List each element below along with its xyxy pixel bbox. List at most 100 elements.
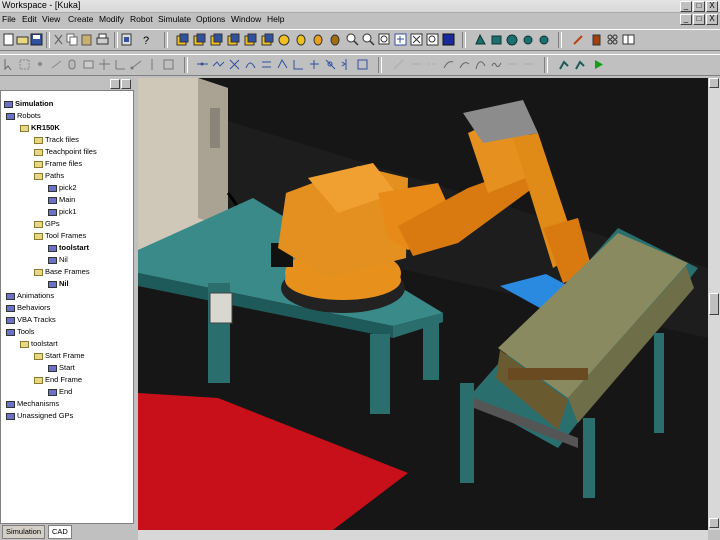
dash-icon[interactable] [426, 58, 439, 71]
panel-close-button[interactable] [121, 79, 131, 89]
menu-modify[interactable]: Modify [99, 14, 124, 24]
tree-item[interactable]: Robots [6, 111, 41, 120]
tree-item[interactable]: KR150K [20, 123, 60, 132]
snap-grid-icon[interactable] [162, 58, 175, 71]
sketch-icon[interactable] [392, 58, 405, 71]
new-file-icon[interactable] [2, 33, 15, 46]
bezier-icon[interactable] [474, 58, 487, 71]
chain-icon[interactable] [506, 58, 519, 71]
shade-icon[interactable] [295, 33, 308, 46]
tree-item[interactable]: toolstart [48, 243, 89, 252]
axis-icon[interactable] [98, 58, 111, 71]
menu-window[interactable]: Window [231, 14, 261, 24]
cylinder-icon[interactable] [66, 58, 79, 71]
menu-create[interactable]: Create [68, 14, 94, 24]
snap-icon[interactable] [146, 58, 159, 71]
tree-item[interactable]: Animations [6, 291, 54, 300]
panel-dock-button[interactable] [110, 79, 120, 89]
tree-item[interactable]: Tool Frames [34, 231, 86, 240]
scroll-up-button[interactable] [709, 78, 719, 88]
view-back-icon[interactable] [193, 33, 206, 46]
tool-a-icon[interactable] [474, 33, 487, 46]
zoom-in-icon[interactable] [346, 33, 359, 46]
zoom-window-icon[interactable] [378, 33, 391, 46]
menu-help[interactable]: Help [267, 14, 284, 24]
tree-item[interactable]: Frame files [34, 159, 82, 168]
robot-a-icon[interactable] [558, 58, 571, 71]
tree-item[interactable]: Unassigned GPs [6, 411, 73, 420]
point-icon[interactable] [34, 58, 47, 71]
doc-close-button[interactable]: X [706, 14, 718, 25]
freehand-icon[interactable] [490, 58, 503, 71]
tab-cad[interactable]: CAD [48, 525, 72, 539]
view-front-icon[interactable] [176, 33, 189, 46]
view-bottom-icon[interactable] [261, 33, 274, 46]
zoom-fit-icon[interactable] [394, 33, 407, 46]
menu-robot[interactable]: Robot [130, 14, 153, 24]
render-icon[interactable] [442, 33, 455, 46]
vertical-scrollbar[interactable] [708, 78, 720, 530]
edge-icon[interactable] [50, 58, 63, 71]
hidden-line-icon[interactable] [329, 33, 342, 46]
trim-icon[interactable] [228, 58, 241, 71]
help-icon[interactable]: ? [140, 33, 153, 46]
tree-item[interactable]: Main [48, 195, 75, 204]
path-icon[interactable] [522, 58, 535, 71]
tree-item[interactable]: End [48, 387, 72, 396]
face-icon[interactable] [82, 58, 95, 71]
extend-icon[interactable] [276, 58, 289, 71]
tab-simulation[interactable]: Simulation [2, 525, 46, 539]
tree-item[interactable]: Paths [34, 171, 64, 180]
scroll-thumb[interactable] [709, 293, 719, 315]
arc-icon[interactable] [244, 58, 257, 71]
tool-c-icon[interactable] [506, 33, 519, 46]
layout-icon[interactable] [622, 33, 635, 46]
grid-icon[interactable] [606, 33, 619, 46]
join-icon[interactable] [324, 58, 337, 71]
cursor-icon[interactable] [2, 58, 15, 71]
menu-edit[interactable]: Edit [22, 14, 37, 24]
cut-icon[interactable] [52, 33, 65, 46]
clipboard-icon[interactable] [120, 33, 133, 46]
save-icon[interactable] [30, 33, 43, 46]
menu-options[interactable]: Options [196, 14, 225, 24]
line-tool-icon[interactable] [196, 58, 209, 71]
tree-item[interactable]: Track files [34, 135, 79, 144]
tree-item[interactable]: End Frame [34, 375, 82, 384]
tree-item[interactable]: Nil [48, 279, 69, 288]
sketch-line-icon[interactable] [410, 58, 423, 71]
tree-item[interactable]: GPs [34, 219, 60, 228]
tree-item[interactable]: toolstart [20, 339, 58, 348]
tree-item[interactable]: Mechanisms [6, 399, 59, 408]
measure-icon[interactable] [130, 58, 143, 71]
minimize-button[interactable]: _ [680, 1, 692, 12]
corner-icon[interactable] [292, 58, 305, 71]
menu-file[interactable]: File [2, 14, 16, 24]
close-button[interactable]: X [706, 1, 718, 12]
tree-item[interactable]: pick1 [48, 207, 77, 216]
maximize-button[interactable]: □ [693, 1, 705, 12]
tree-item[interactable]: Start [48, 363, 75, 372]
tree-item[interactable]: Simulation [4, 99, 53, 108]
menu-simulate[interactable]: Simulate [158, 14, 191, 24]
tree-item[interactable]: Tools [6, 327, 35, 336]
offset-icon[interactable] [260, 58, 273, 71]
mirror-icon[interactable] [340, 58, 353, 71]
select-icon[interactable] [18, 58, 31, 71]
robot-b-icon[interactable] [574, 58, 587, 71]
3d-viewport[interactable] [138, 78, 708, 530]
tree-item[interactable]: VBA Tracks [6, 315, 56, 324]
scroll-down-button[interactable] [709, 518, 719, 528]
polyline-icon[interactable] [212, 58, 225, 71]
wireframe-icon[interactable] [312, 33, 325, 46]
rotate-icon[interactable] [426, 33, 439, 46]
pencil-icon[interactable] [572, 33, 585, 46]
tree-item[interactable]: Base Frames [34, 267, 90, 276]
copy-icon[interactable] [66, 33, 79, 46]
view-left-icon[interactable] [210, 33, 223, 46]
tree-item[interactable]: Nil [48, 255, 68, 264]
tool-d-icon[interactable] [522, 33, 535, 46]
menu-view[interactable]: View [42, 14, 60, 24]
view-iso-icon[interactable] [278, 33, 291, 46]
doc-minimize-button[interactable]: _ [680, 14, 692, 25]
